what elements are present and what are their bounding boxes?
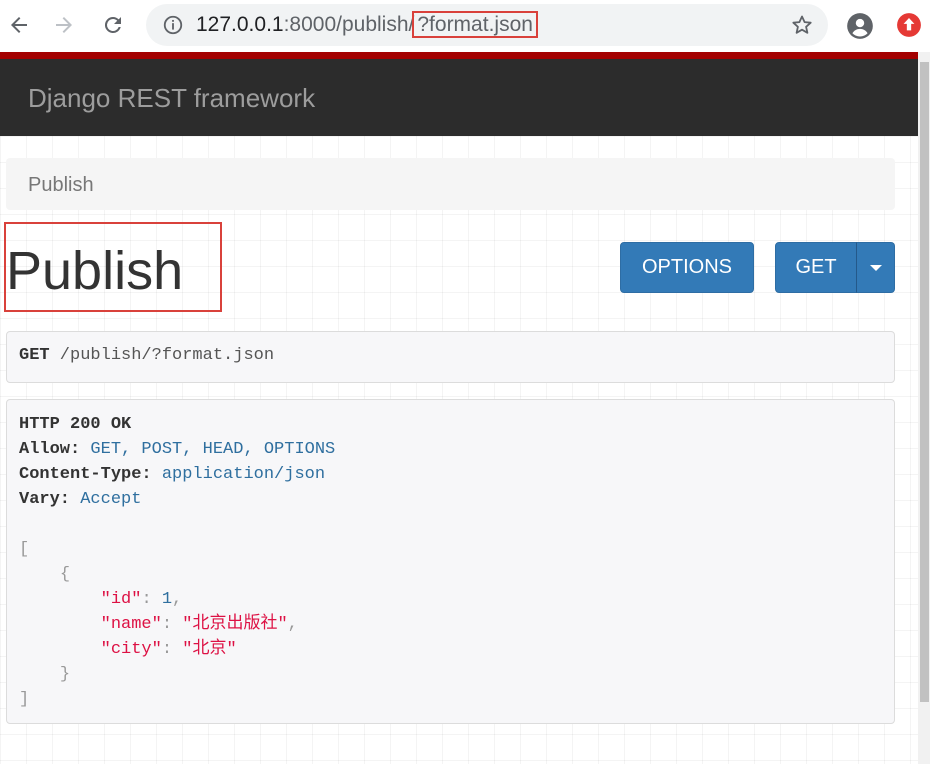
header-content-type: Content-Type: application/json — [19, 462, 325, 487]
arrow-left-icon — [11, 17, 27, 33]
title-highlight-box — [4, 222, 222, 312]
json-close-brace: } — [19, 662, 70, 687]
json-field-id: "id": 1, — [19, 587, 183, 612]
reload-icon — [104, 16, 121, 33]
json-value: "北京" — [182, 640, 237, 659]
navbar: Django REST framework — [0, 59, 918, 136]
request-path: /publish/?format.json — [49, 346, 275, 365]
arrow-right-icon — [56, 17, 72, 33]
url-query-highlight: ?format.json — [412, 11, 538, 38]
punctuation: { — [59, 565, 71, 584]
url-path: :8000/publish/ — [283, 13, 415, 36]
header-value: application/json — [151, 465, 326, 484]
info-icon[interactable] — [162, 14, 184, 36]
json-value: 1 — [161, 590, 173, 609]
reload-button[interactable] — [94, 6, 132, 44]
header-value: GET, POST, HEAD, OPTIONS — [80, 440, 336, 459]
response-status: HTTP 200 OK — [19, 412, 131, 437]
header-name: Content-Type: — [19, 465, 152, 484]
request-line: GET /publish/?format.json — [19, 346, 274, 365]
json-open-brace: { — [19, 562, 70, 587]
options-button[interactable]: OPTIONS — [620, 242, 754, 293]
json-key: "id" — [100, 590, 142, 609]
star-icon[interactable] — [790, 13, 814, 37]
get-button[interactable]: GET — [775, 242, 857, 293]
json-close-bracket: ] — [19, 687, 29, 712]
brand-link[interactable]: Django REST framework — [28, 83, 315, 113]
scrollbar-thumb[interactable] — [920, 62, 929, 702]
url-text[interactable]: 127.0.0.1:8000/publish/?format.json — [196, 11, 538, 38]
breadcrumb: Publish — [6, 158, 895, 210]
header-value: Accept — [70, 490, 142, 509]
header-name: Allow: — [19, 440, 81, 459]
get-format-dropdown-button[interactable] — [856, 242, 895, 293]
colon: : — [141, 590, 162, 609]
profile-icon[interactable] — [846, 12, 874, 40]
accent-bar — [0, 52, 918, 59]
back-button[interactable] — [0, 6, 38, 44]
comma: , — [172, 590, 183, 609]
json-key: "name" — [100, 615, 162, 634]
comma: , — [287, 615, 298, 634]
header-name: Vary: — [19, 490, 71, 509]
extension-update-icon[interactable] — [896, 12, 922, 38]
browser-toolbar: 127.0.0.1:8000/publish/?format.json — [0, 0, 930, 52]
json-field-name: "name": "北京出版社", — [19, 612, 298, 637]
status-text: HTTP 200 OK — [19, 415, 132, 434]
header-allow: Allow: GET, POST, HEAD, OPTIONS — [19, 437, 335, 462]
punctuation: [ — [19, 540, 30, 559]
response-info: HTTP 200 OK Allow: GET, POST, HEAD, OPTI… — [6, 399, 895, 724]
json-key: "city" — [100, 640, 162, 659]
request-method: GET — [19, 346, 50, 365]
colon: : — [161, 615, 183, 634]
colon: : — [161, 640, 183, 659]
json-open-bracket: [ — [19, 537, 29, 562]
url-host: 127.0.0.1 — [196, 13, 284, 36]
forward-button[interactable] — [45, 6, 83, 44]
punctuation: } — [59, 665, 71, 684]
address-bar[interactable]: 127.0.0.1:8000/publish/?format.json — [146, 4, 828, 46]
json-field-city: "city": "北京" — [19, 637, 237, 662]
request-info: GET /publish/?format.json — [6, 331, 895, 383]
punctuation: ] — [19, 690, 30, 709]
caret-down-icon — [869, 264, 882, 271]
header-vary: Vary: Accept — [19, 487, 141, 512]
json-value: "北京出版社" — [182, 615, 288, 634]
breadcrumb-item-publish: Publish — [28, 174, 94, 196]
